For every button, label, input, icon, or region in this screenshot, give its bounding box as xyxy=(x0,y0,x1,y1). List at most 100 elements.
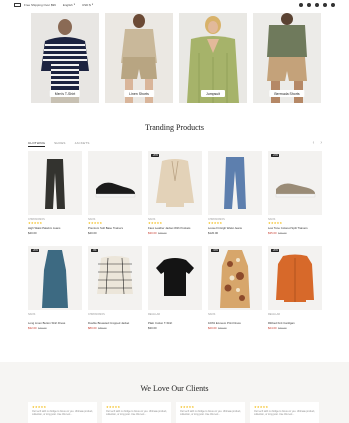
review-text: Our tech with no bridge to focus on you.… xyxy=(180,410,241,417)
product-image[interactable]: -20% xyxy=(28,246,82,310)
chevron-right-icon[interactable]: › xyxy=(320,140,322,146)
discount-badge: -20% xyxy=(31,249,40,253)
product-price: $30.00 xyxy=(148,326,202,330)
category-card-linen-shorts[interactable]: Linen Shorts xyxy=(105,13,173,103)
product-name[interactable]: Premium Soft Base Trainers xyxy=(88,226,142,230)
discount-badge: -33% xyxy=(211,249,220,253)
product-name[interactable]: Faux Leather Jacket With Pockets xyxy=(148,226,202,230)
currency-value: USD $ xyxy=(81,2,91,7)
product-card[interactable]: -20% NAVIS ★★★★★ Faux Leather Jacket Wit… xyxy=(148,151,202,235)
product-card[interactable]: NAVIS ★★★★★ Premium Soft Base Trainers $… xyxy=(88,151,142,235)
product-name[interactable]: Long Linen Button Shirt Dress xyxy=(28,321,82,325)
trending-tabs: CLOTHING SHOES JACKETS xyxy=(28,141,90,147)
product-rating: ★★★★★ xyxy=(148,221,163,225)
price-current: $30.00 xyxy=(148,230,157,235)
product-image[interactable] xyxy=(148,246,202,310)
product-name[interactable]: High Waist Palazzo Jeans xyxy=(28,226,82,230)
review-card: ★★★★★ Our tech with no bridge to focus o… xyxy=(102,402,171,423)
social-links xyxy=(299,2,335,7)
product-grid-row-2: -20% NAVIS Long Linen Button Shirt Dress… xyxy=(28,246,322,330)
product-name[interactable]: Low Tone Colored Split Trainers xyxy=(268,226,322,230)
product-rating xyxy=(268,316,322,320)
discount-badge: -20% xyxy=(271,249,280,253)
category-card-bermuda-shorts[interactable]: Bermuda Shorts xyxy=(253,13,321,103)
product-card[interactable]: -33% NAVIS 100% Ecovero Print Dress $20.… xyxy=(208,246,262,330)
price-old: $46.00 xyxy=(278,230,287,235)
tab-shoes[interactable]: SHOES xyxy=(54,141,66,147)
product-image[interactable]: -20% xyxy=(148,151,202,215)
chevron-left-icon[interactable]: ‹ xyxy=(313,140,315,146)
product-rating: ★★★★★ xyxy=(268,221,283,225)
clients-title: We Love Our Clients xyxy=(140,384,209,393)
product-name[interactable]: Double Breasted Cropped Jacket xyxy=(88,321,142,325)
product-card[interactable]: CHRONOMOS ★★★★★ Loose Fit High Waist Jea… xyxy=(208,151,262,235)
tab-clothing[interactable]: CLOTHING xyxy=(28,141,46,147)
product-image[interactable]: -9% xyxy=(88,246,142,310)
category-label: Jumpsuit xyxy=(200,90,226,97)
discount-badge: -9% xyxy=(91,249,99,253)
product-card[interactable]: -9% CHRONOMOS Double Breasted Cropped Ja… xyxy=(88,246,142,330)
product-rating xyxy=(148,316,202,320)
category-card-mens-tshirt[interactable]: Men's T-Shirt xyxy=(31,13,99,103)
product-image[interactable] xyxy=(88,151,142,215)
currency-select[interactable]: USD $ ▾ xyxy=(82,3,93,7)
product-card[interactable]: -24% NAVIS ★★★★★ Low Tone Colored Split … xyxy=(268,151,322,235)
price-old: $38.00 xyxy=(158,230,167,235)
product-image[interactable]: -20% xyxy=(268,246,322,310)
category-label: Bermuda Shorts xyxy=(269,90,305,97)
instagram-icon[interactable] xyxy=(323,2,327,7)
price-current: $120.00 xyxy=(208,230,219,235)
x-icon[interactable] xyxy=(307,2,311,7)
product-card[interactable]: REGULAR Plain Cotton T-Shirt $30.00 xyxy=(148,246,202,330)
price-current: $40.00 xyxy=(88,230,97,235)
pinterest-icon[interactable] xyxy=(315,2,319,7)
product-image[interactable] xyxy=(208,151,262,215)
product-rating xyxy=(28,316,82,320)
product-name[interactable]: Loose Fit High Waist Jeans xyxy=(208,226,262,230)
product-rating xyxy=(88,316,142,320)
product-name[interactable]: Plain Cotton T-Shirt xyxy=(148,321,202,325)
product-price: $35.00 $46.00 xyxy=(268,231,322,235)
price-current: $35.00 xyxy=(268,230,277,235)
carousel-arrows: ‹ › xyxy=(313,140,322,146)
price-old: $40.00 xyxy=(38,325,47,330)
youtube-icon[interactable] xyxy=(331,2,335,7)
chevron-down-icon: ▾ xyxy=(73,3,75,6)
product-image[interactable] xyxy=(28,151,82,215)
review-rating: ★★★★★ xyxy=(180,405,195,409)
product-rating: ★★★★★ xyxy=(88,221,103,225)
category-banners: Men's T-Shirt Linen Shorts Jumpsuit Berm… xyxy=(31,13,321,103)
top-bar-left: Free Shipping Over $99 English ▾ USD $ ▾ xyxy=(14,2,93,7)
language-value: English xyxy=(62,2,73,7)
reviews-row: ★★★★★ Our tech with no bridge to focus o… xyxy=(28,402,321,423)
tab-jackets[interactable]: JACKETS xyxy=(75,141,90,147)
review-rating: ★★★★★ xyxy=(106,405,121,409)
price-current: $32.00 xyxy=(28,325,37,330)
review-rating: ★★★★★ xyxy=(32,405,47,409)
product-name[interactable]: 100% Ecovero Print Dress xyxy=(208,321,262,325)
review-rating: ★★★★★ xyxy=(254,405,269,409)
review-text: Our tech with no bridge to focus on you.… xyxy=(32,410,93,417)
facebook-icon[interactable] xyxy=(299,2,303,7)
product-image[interactable]: -24% xyxy=(268,151,322,215)
product-price: $24.00 $30.00 xyxy=(268,326,322,330)
product-card[interactable]: CHRONOMOS ★★★★★ High Waist Palazzo Jeans… xyxy=(28,151,82,235)
category-card-jumpsuit[interactable]: Jumpsuit xyxy=(179,13,247,103)
product-price: $40.00 xyxy=(28,231,82,235)
product-price: $32.00 $40.00 xyxy=(28,326,82,330)
discount-badge: -20% xyxy=(151,154,160,158)
price-current: $80.00 xyxy=(88,325,97,330)
product-price: $120.00 xyxy=(208,231,262,235)
product-grid-row-1: CHRONOMOS ★★★★★ High Waist Palazzo Jeans… xyxy=(28,151,322,235)
price-current: $20.00 xyxy=(208,325,217,330)
product-card[interactable]: -20% REGULAR Ribbed Knit Cardigan $24.00… xyxy=(268,246,322,330)
review-card: ★★★★★ Our tech with no bridge to focus o… xyxy=(250,402,319,423)
discount-badge: -24% xyxy=(271,154,280,158)
product-image[interactable]: -33% xyxy=(208,246,262,310)
product-card[interactable]: -20% NAVIS Long Linen Button Shirt Dress… xyxy=(28,246,82,330)
product-rating: ★★★★★ xyxy=(28,221,43,225)
language-select[interactable]: English ▾ xyxy=(63,3,75,7)
product-name[interactable]: Ribbed Knit Cardigan xyxy=(268,321,322,325)
product-price: $30.00 $38.00 xyxy=(148,231,202,235)
top-bar: Free Shipping Over $99 English ▾ USD $ ▾ xyxy=(0,0,349,9)
